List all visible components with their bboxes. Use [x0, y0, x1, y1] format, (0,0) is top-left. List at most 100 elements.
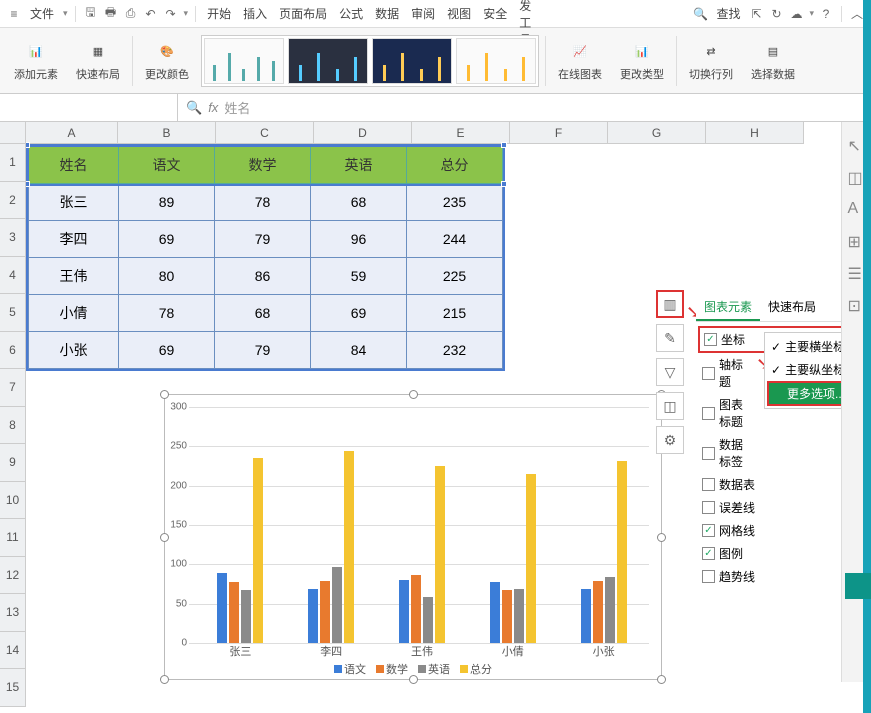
table-cell[interactable]: 225 — [407, 258, 503, 295]
table-cell[interactable]: 84 — [311, 332, 407, 369]
menu-icon[interactable]: ≡ — [6, 6, 22, 22]
table-cell[interactable]: 232 — [407, 332, 503, 369]
style-thumb-1[interactable] — [204, 38, 284, 84]
bar[interactable] — [308, 589, 318, 643]
tab-data[interactable]: 数据 — [371, 3, 403, 24]
table-cell[interactable]: 89 — [119, 184, 215, 221]
col-header[interactable]: B — [118, 122, 216, 144]
style-thumb-2[interactable] — [288, 38, 368, 84]
row-header[interactable]: 9 — [0, 444, 26, 482]
panel-item-trendline[interactable]: 趋势线 — [698, 565, 854, 588]
bar[interactable] — [605, 577, 615, 643]
table-cell[interactable]: 59 — [311, 258, 407, 295]
table-cell[interactable]: 235 — [407, 184, 503, 221]
bar[interactable] — [411, 575, 421, 643]
panel-item-data-label[interactable]: 数据标签 — [698, 433, 854, 473]
formula-content[interactable]: 姓名 — [224, 98, 250, 117]
change-color-button[interactable]: 🎨 更改颜色 — [139, 32, 195, 90]
share-icon[interactable]: ⇱ — [748, 6, 764, 22]
bar[interactable] — [217, 573, 227, 643]
change-type-button[interactable]: 📊 更改类型 — [614, 32, 670, 90]
bar[interactable] — [399, 580, 409, 643]
row-header[interactable]: 12 — [0, 557, 26, 595]
row-header[interactable]: 11 — [0, 519, 26, 557]
table-cell[interactable]: 80 — [119, 258, 215, 295]
save-icon[interactable]: 🖫 — [83, 6, 99, 22]
table-cell[interactable]: 69 — [119, 332, 215, 369]
table-cell[interactable]: 96 — [311, 221, 407, 258]
legend[interactable]: 语文数学英语总分 — [165, 661, 661, 677]
panel-tab-elements[interactable]: 图表元素 — [696, 294, 760, 321]
row-header[interactable]: 3 — [0, 219, 26, 257]
tab-security[interactable]: 安全 — [479, 3, 511, 24]
add-element-button[interactable]: 📊 添加元素 — [8, 32, 64, 90]
table-header[interactable]: 英语 — [311, 147, 407, 184]
legend-item[interactable]: 总分 — [460, 661, 492, 677]
row-header[interactable]: 4 — [0, 257, 26, 295]
row-header[interactable]: 1 — [0, 144, 26, 182]
table-cell[interactable]: 79 — [215, 332, 311, 369]
chart-style-tool[interactable]: ✎ — [656, 324, 684, 352]
table-cell[interactable]: 王伟 — [29, 258, 119, 295]
bar[interactable] — [593, 581, 603, 643]
tab-home[interactable]: 开始 — [203, 3, 235, 24]
table-cell[interactable]: 78 — [215, 184, 311, 221]
table-cell[interactable]: 79 — [215, 221, 311, 258]
row-header[interactable]: 8 — [0, 407, 26, 445]
name-box[interactable] — [0, 94, 178, 121]
table-cell[interactable]: 68 — [311, 184, 407, 221]
legend-item[interactable]: 英语 — [418, 661, 450, 677]
table-cell[interactable]: 78 — [119, 295, 215, 332]
row-header[interactable]: 14 — [0, 632, 26, 670]
bar[interactable] — [617, 461, 627, 644]
cloud-icon[interactable]: ☁ — [788, 6, 804, 22]
chart-elements-tool[interactable]: ▥ — [656, 290, 684, 318]
switch-rowcol-button[interactable]: ⇄ 切换行列 — [683, 32, 739, 90]
row-header[interactable]: 6 — [0, 332, 26, 370]
table-cell[interactable]: 215 — [407, 295, 503, 332]
corner[interactable] — [0, 122, 26, 144]
style-gallery[interactable] — [201, 35, 539, 87]
file-menu[interactable]: 文件 — [26, 3, 58, 24]
row-header[interactable]: 10 — [0, 482, 26, 520]
table-header[interactable]: 总分 — [407, 147, 503, 184]
bar[interactable] — [435, 466, 445, 643]
panel-item-gridline[interactable]: ✓网格线 — [698, 519, 854, 542]
table-cell[interactable]: 86 — [215, 258, 311, 295]
tab-review[interactable]: 审阅 — [407, 3, 439, 24]
table-cell[interactable]: 69 — [119, 221, 215, 258]
table-header[interactable]: 数学 — [215, 147, 311, 184]
chart-settings-tool[interactable]: ⚙ — [656, 426, 684, 454]
table-cell[interactable]: 小张 — [29, 332, 119, 369]
table-cell[interactable]: 68 — [215, 295, 311, 332]
bar[interactable] — [423, 597, 433, 643]
chart-filter-tool[interactable]: ▽ — [656, 358, 684, 386]
chart-object[interactable]: 050100150200250300 张三李四王伟小倩小张 语文数学英语总分 — [164, 394, 662, 680]
print-icon[interactable]: 🖶 — [103, 6, 119, 22]
sync-icon[interactable]: ↻ — [768, 6, 784, 22]
bar[interactable] — [581, 589, 591, 643]
redo-icon[interactable]: ↷ — [163, 6, 179, 22]
table-cell[interactable]: 小倩 — [29, 295, 119, 332]
bar[interactable] — [502, 590, 512, 643]
legend-item[interactable]: 数学 — [376, 661, 408, 677]
col-header[interactable]: G — [608, 122, 706, 144]
panel-item-legend[interactable]: ✓图例 — [698, 542, 854, 565]
row-header[interactable]: 5 — [0, 294, 26, 332]
col-header[interactable]: D — [314, 122, 412, 144]
select-data-button[interactable]: ▤ 选择数据 — [745, 32, 801, 90]
row-header[interactable]: 13 — [0, 594, 26, 632]
col-header[interactable]: F — [510, 122, 608, 144]
panel-item-error-bar[interactable]: 误差线 — [698, 496, 854, 519]
row-header[interactable]: 7 — [0, 369, 26, 407]
tab-insert[interactable]: 插入 — [239, 3, 271, 24]
tab-layout[interactable]: 页面布局 — [275, 3, 331, 24]
preview-icon[interactable]: ⎙ — [123, 6, 139, 22]
data-table[interactable]: 姓名语文数学英语总分张三897868235李四697996244王伟808659… — [26, 144, 505, 371]
row-header[interactable]: 15 — [0, 669, 26, 707]
online-chart-button[interactable]: 📈 在线图表 — [552, 32, 608, 90]
fx-search-icon[interactable]: 🔍 — [186, 100, 202, 116]
bar[interactable] — [344, 451, 354, 643]
table-header[interactable]: 姓名 — [29, 147, 119, 184]
col-header[interactable]: E — [412, 122, 510, 144]
